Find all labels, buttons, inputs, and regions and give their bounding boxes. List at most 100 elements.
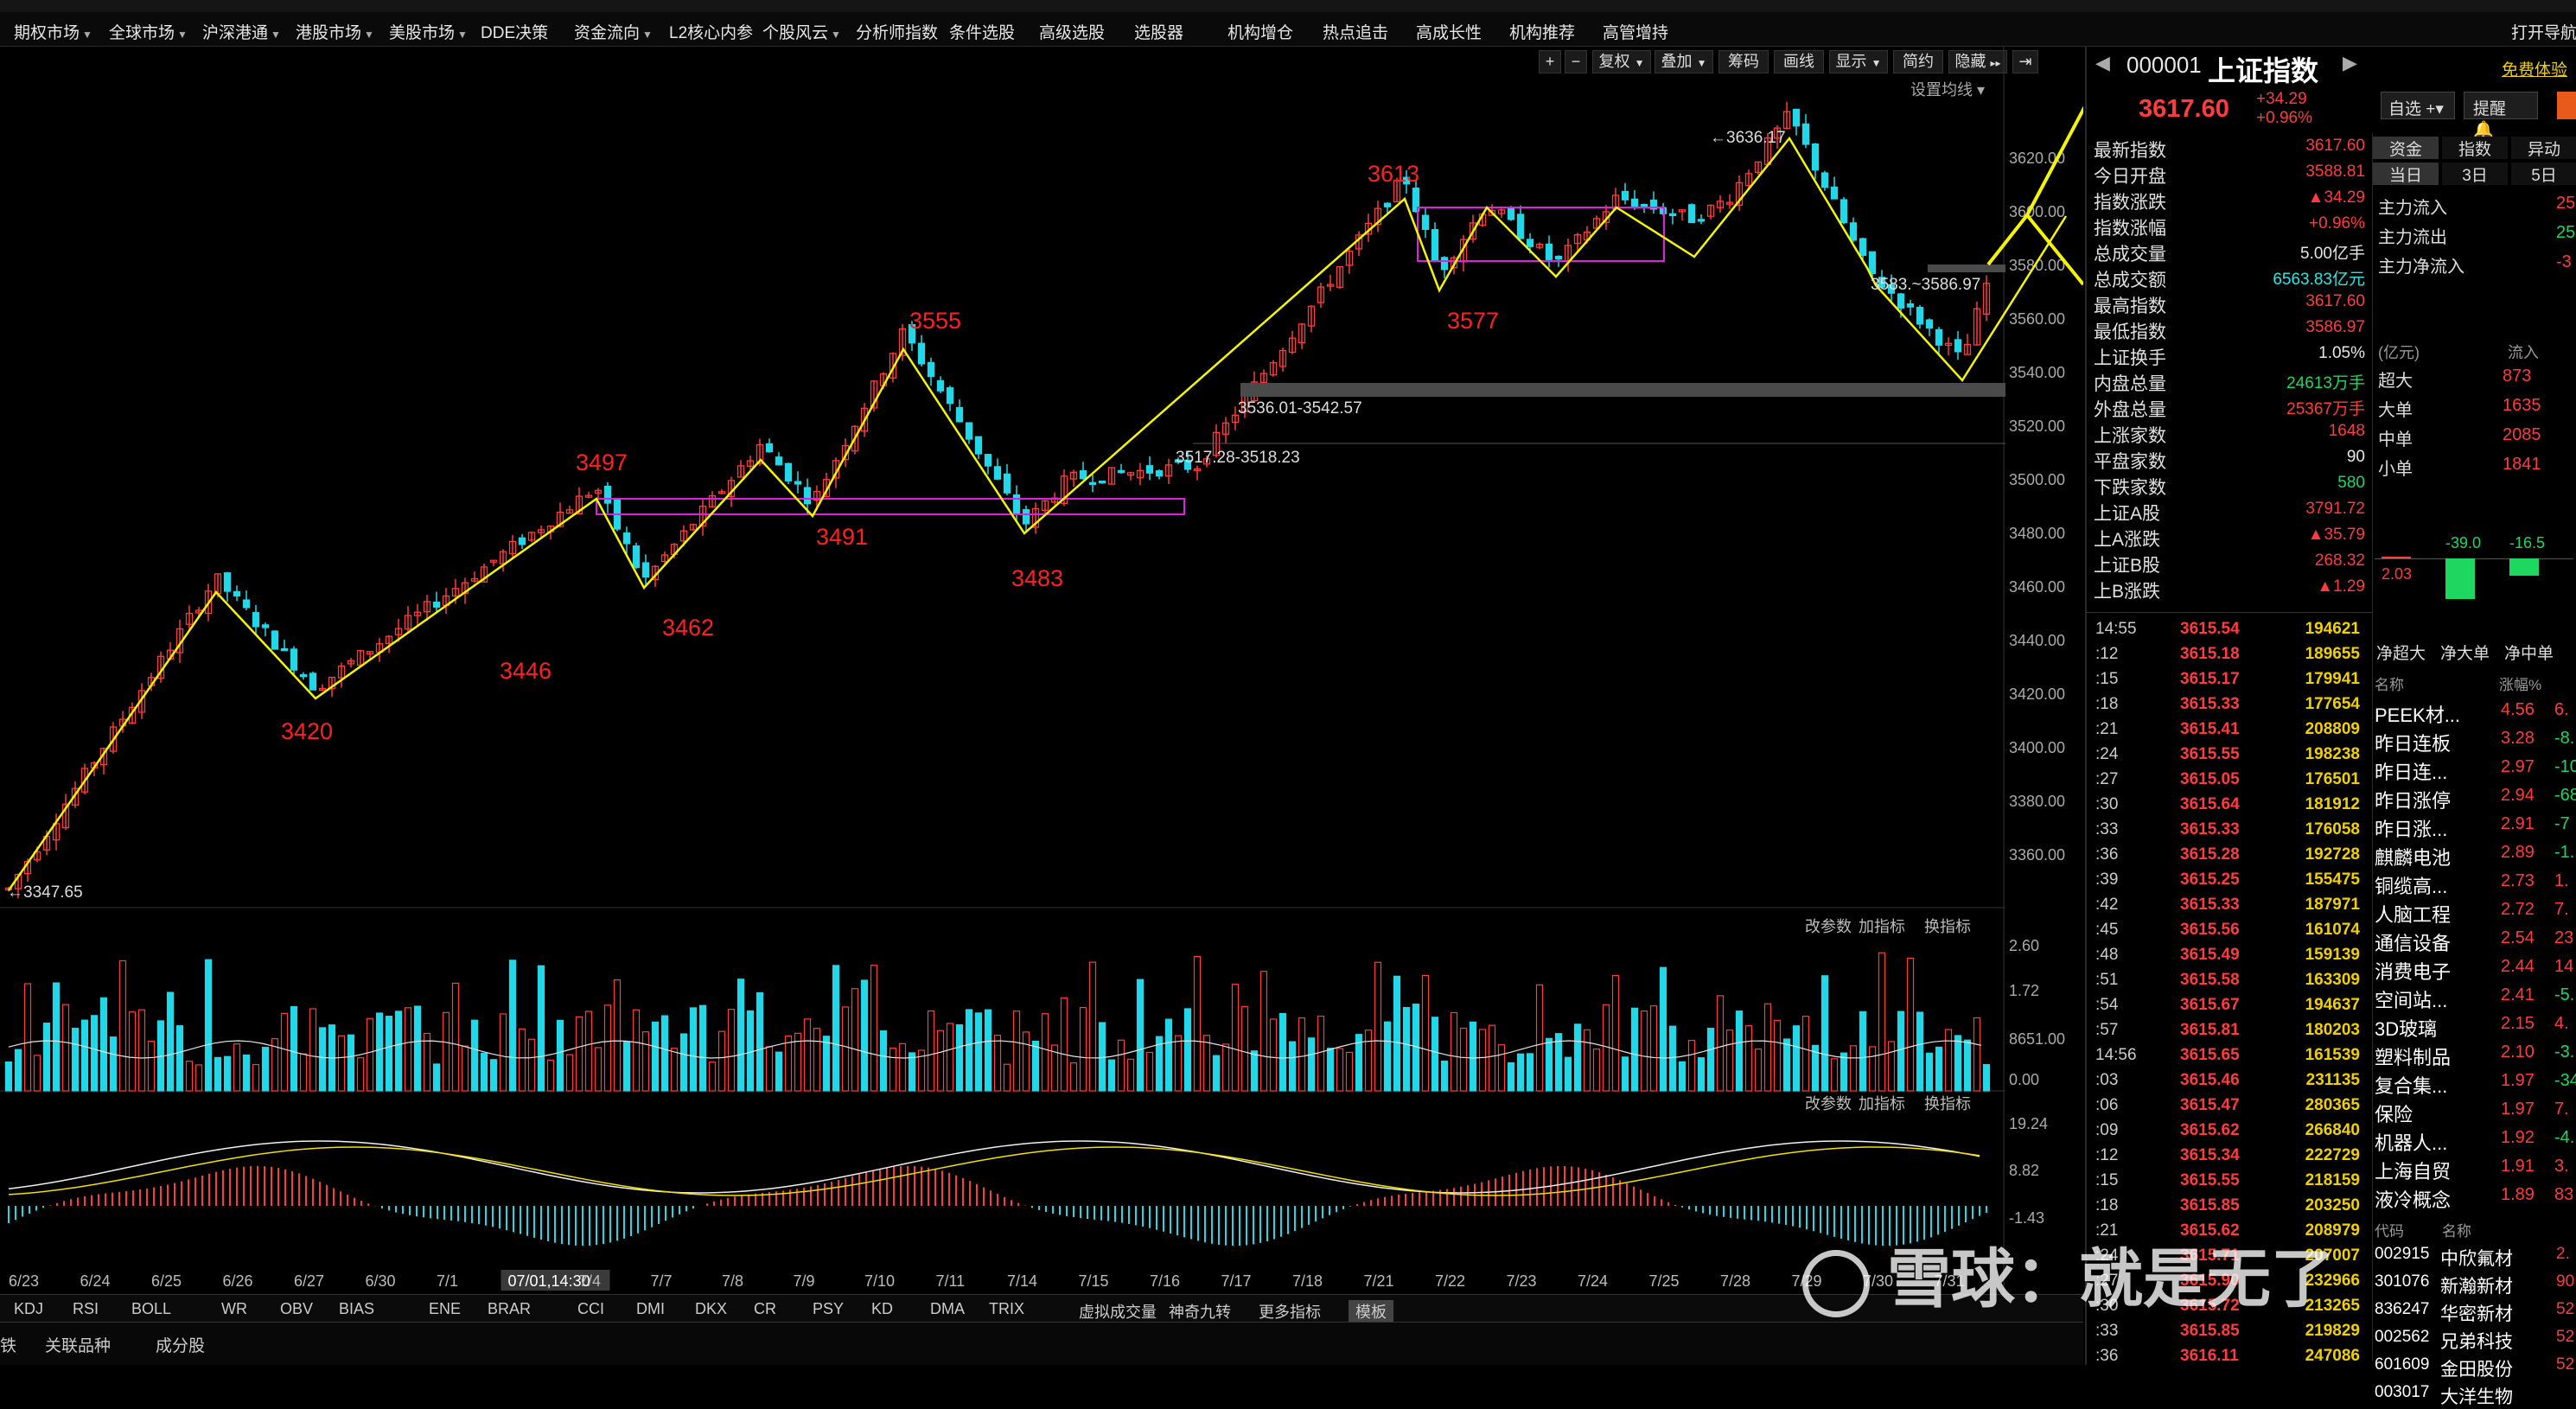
price-axis-tick: 3380.00 xyxy=(2009,793,2065,810)
indicator-tab[interactable]: WR xyxy=(221,1300,247,1318)
sector-name[interactable]: 通信设备 xyxy=(2375,928,2451,956)
volume-bar xyxy=(594,1047,603,1092)
next-stock-icon[interactable]: ▶ xyxy=(2343,52,2357,74)
sector-name[interactable]: 人脑工程 xyxy=(2375,900,2451,928)
period-tab[interactable]: 3日 xyxy=(2442,163,2508,185)
indicator-tab[interactable]: CCI xyxy=(577,1300,604,1318)
indicator-tab[interactable]: CR xyxy=(754,1300,776,1318)
menu-item[interactable]: 条件选股 xyxy=(949,20,1015,43)
indicator-tab[interactable]: KD xyxy=(871,1300,893,1318)
menu-item[interactable]: 高管增持 xyxy=(1603,20,1668,43)
indicator-tab[interactable]: DKX xyxy=(695,1300,727,1318)
menu-item[interactable]: DDE决策 xyxy=(481,20,548,43)
menu-item[interactable]: 高成长性 xyxy=(1416,20,1482,43)
fund-tab[interactable]: 指数 xyxy=(2442,137,2508,159)
sector-name[interactable]: 3D玻璃 xyxy=(2375,1014,2437,1042)
stock-code[interactable]: 301076 xyxy=(2375,1272,2429,1291)
sector-name[interactable]: 昨日涨停 xyxy=(2375,786,2451,813)
price-axis-tick: 3520.00 xyxy=(2009,418,2065,435)
sector-name[interactable]: 昨日涨... xyxy=(2375,814,2447,842)
stock-name[interactable]: 中欣氟材 xyxy=(2440,1245,2513,1271)
sector-name[interactable]: 铜缆高... xyxy=(2375,871,2447,899)
kline-chart-area[interactable]: 设置均线 ▾3620.003600.003580.003560.003540.0… xyxy=(0,47,2083,1294)
menu-item[interactable]: 分析师指数 xyxy=(856,20,938,43)
status-tab[interactable]: 成分股 xyxy=(156,1333,205,1356)
indicator-tab[interactable]: BRAR xyxy=(488,1300,531,1318)
quote-value: 6563.83亿元 xyxy=(2273,271,2365,289)
indicator-tab[interactable]: TRIX xyxy=(989,1300,1024,1318)
period-tab[interactable]: 当日 xyxy=(2373,163,2439,185)
sector-name[interactable]: 麒麟电池 xyxy=(2375,843,2451,870)
sector-name[interactable]: 消费电子 xyxy=(2375,957,2451,985)
stock-code[interactable]: 003017 xyxy=(2375,1383,2429,1402)
indicator-tab[interactable]: OBV xyxy=(280,1300,313,1318)
quote-label: 总成交量 xyxy=(2094,245,2166,265)
stock-code[interactable]: 002562 xyxy=(2375,1328,2429,1347)
stock-name[interactable]: 华密新材 xyxy=(2440,1300,2513,1326)
volume-bar xyxy=(565,1054,574,1092)
indicator-tab[interactable]: 神奇九转 xyxy=(1169,1300,1231,1323)
menu-item[interactable]: 港股市场 ▼ xyxy=(296,20,374,43)
menu-item[interactable]: 热点追击 xyxy=(1323,20,1388,43)
menu-item[interactable]: 全球市场 ▼ xyxy=(109,20,188,43)
size-flow-label: 超大 xyxy=(2378,372,2413,391)
sector-name[interactable]: 机器人... xyxy=(2375,1128,2447,1156)
stock-code[interactable]: 836247 xyxy=(2375,1300,2429,1319)
indicator-tab[interactable]: 模板 xyxy=(1349,1300,1393,1323)
fund-tab[interactable]: 资金 xyxy=(2373,137,2439,159)
orange-tab[interactable] xyxy=(2557,92,2576,119)
menu-item[interactable]: 美股市场 ▼ xyxy=(389,20,468,43)
sector-name[interactable]: 昨日连... xyxy=(2375,757,2447,785)
sector-name[interactable]: 上海自贸 xyxy=(2375,1157,2451,1184)
menu-item[interactable]: 个股风云 ▼ xyxy=(762,20,841,43)
indicator-tab[interactable]: ENE xyxy=(429,1300,461,1318)
alert-button[interactable]: 提醒 🔔 xyxy=(2464,92,2538,139)
indicator-tab[interactable]: DMI xyxy=(636,1300,665,1318)
indicator-tab[interactable]: DMA xyxy=(930,1300,965,1318)
candle-body xyxy=(803,487,812,505)
stock-code[interactable]: 002915 xyxy=(2375,1245,2429,1264)
volume-bar xyxy=(1469,1021,1477,1092)
menu-item[interactable]: L2核心内参 xyxy=(669,20,753,43)
stock-name[interactable]: 新瀚新材 xyxy=(2440,1272,2513,1298)
x-axis-tick: 7/16 xyxy=(1150,1272,1180,1290)
open-navigation-button[interactable]: 打开导航 xyxy=(2511,20,2576,43)
candle-body xyxy=(1440,257,1449,271)
sector-name[interactable]: 塑料制品 xyxy=(2375,1042,2451,1070)
stock-name[interactable]: 金田股份 xyxy=(2440,1355,2513,1381)
free-trial-link[interactable]: 免费体验 xyxy=(2502,57,2567,80)
menu-item[interactable]: 高级选股 xyxy=(1039,20,1105,43)
status-tab[interactable]: 铁 xyxy=(0,1333,16,1356)
sector-name[interactable]: PEEK材... xyxy=(2375,700,2460,728)
stock-name[interactable]: 兄弟科技 xyxy=(2440,1328,2513,1354)
indicator-tab[interactable]: BIAS xyxy=(339,1300,374,1318)
sector-name[interactable]: 空间站... xyxy=(2375,985,2447,1013)
indicator-tab[interactable]: RSI xyxy=(73,1300,99,1318)
indicator-tab[interactable]: 虚拟成交量 xyxy=(1079,1300,1157,1323)
menu-item[interactable]: 期权市场 ▼ xyxy=(14,20,92,43)
volume-bar xyxy=(727,1009,736,1092)
price-axis-tick: 3560.00 xyxy=(2009,310,2065,328)
fund-tab[interactable]: 异动 xyxy=(2511,137,2576,159)
prev-stock-icon[interactable]: ◀ xyxy=(2095,52,2110,74)
add-watchlist-button[interactable]: 自选 +▾ xyxy=(2381,92,2455,119)
menu-item[interactable]: 机构增仓 xyxy=(1227,20,1293,43)
menu-item[interactable]: 沪深港通 ▼ xyxy=(202,20,281,43)
indicator-tab[interactable]: 更多指标 xyxy=(1259,1300,1321,1323)
indicator-tab[interactable]: BOLL xyxy=(131,1300,171,1318)
sector-flow: -3. xyxy=(2554,1042,2575,1062)
x-axis-tick: 6/24 xyxy=(80,1272,111,1290)
indicator-tab[interactable]: KDJ xyxy=(14,1300,43,1318)
period-tab[interactable]: 5日 xyxy=(2511,163,2576,185)
status-tab[interactable]: 关联品种 xyxy=(45,1333,111,1356)
menu-item[interactable]: 机构推荐 xyxy=(1509,20,1575,43)
sector-name[interactable]: 液冷概念 xyxy=(2375,1185,2451,1213)
menu-item[interactable]: 资金流向 ▼ xyxy=(574,20,653,43)
stock-name[interactable]: 大洋生物 xyxy=(2440,1383,2513,1409)
sector-name[interactable]: 保险 xyxy=(2375,1100,2413,1127)
sector-name[interactable]: 复合集... xyxy=(2375,1071,2447,1099)
sector-name[interactable]: 昨日连板 xyxy=(2375,729,2451,756)
stock-code[interactable]: 601609 xyxy=(2375,1355,2429,1374)
menu-item[interactable]: 选股器 xyxy=(1134,20,1183,43)
indicator-tab[interactable]: PSY xyxy=(813,1300,844,1318)
